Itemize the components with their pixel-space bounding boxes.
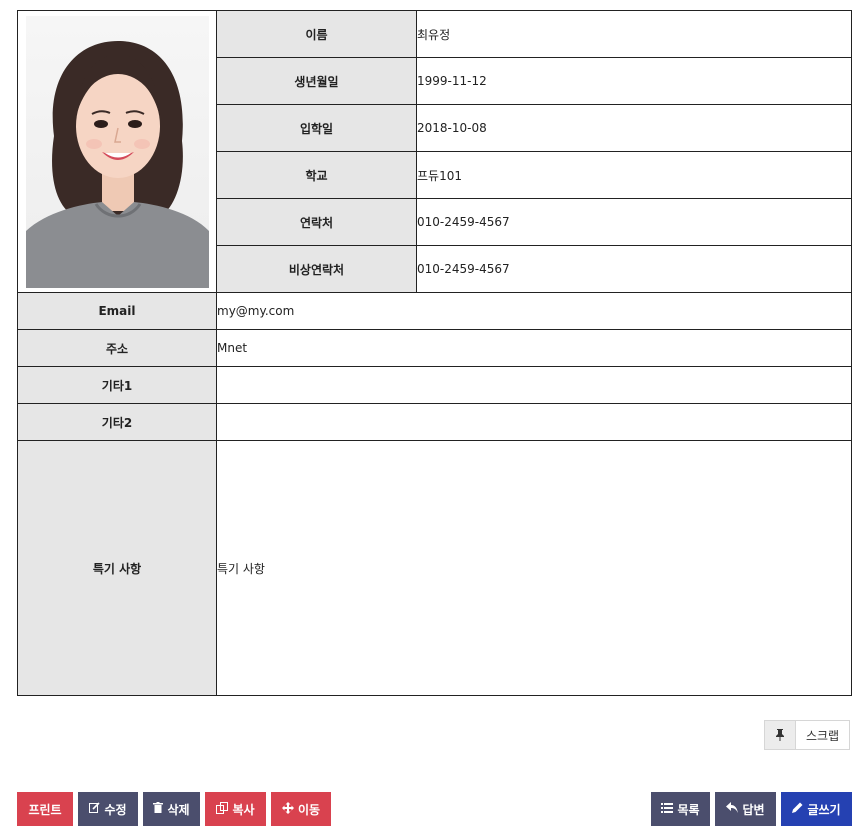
trash-icon: [153, 802, 164, 816]
print-label: 프린트: [28, 802, 62, 817]
profile-photo: [25, 15, 209, 288]
list-button[interactable]: 목록: [651, 792, 710, 826]
address-label: 주소: [17, 329, 217, 367]
profile-table: 이름 최유정 생년월일 1999-11-12 입학일 2018-10-08 학교…: [17, 10, 852, 696]
emergency-contact-label: 비상연락처: [216, 245, 417, 293]
pencil-icon: [792, 802, 803, 816]
admission-value: 2018-10-08: [416, 104, 852, 152]
list-icon: [661, 802, 674, 816]
copy-icon: [216, 801, 229, 817]
contact-label: 연락처: [216, 198, 417, 246]
school-value: 프듀101: [416, 151, 852, 199]
memo-value: 특기 사항: [216, 440, 852, 696]
name-label: 이름: [216, 10, 417, 58]
write-button[interactable]: 글쓰기: [781, 792, 852, 826]
reply-label: 답변: [742, 802, 765, 817]
edit-icon: [89, 802, 101, 816]
move-icon: [281, 801, 294, 817]
print-button[interactable]: 프린트: [17, 792, 73, 826]
reply-button[interactable]: 답변: [715, 792, 776, 826]
email-value: my@my.com: [216, 292, 852, 330]
list-label: 목록: [677, 802, 700, 817]
memo-label: 특기 사항: [17, 440, 217, 696]
emergency-contact-value: 010-2459-4567: [416, 245, 852, 293]
contact-value: 010-2459-4567: [416, 198, 852, 246]
name-value: 최유정: [416, 10, 852, 58]
admission-label: 입학일: [216, 104, 417, 152]
scrap-button[interactable]: 스크랩: [764, 720, 850, 750]
delete-label: 삭제: [167, 802, 190, 817]
pin-icon: [765, 721, 796, 749]
copy-label: 복사: [232, 802, 255, 817]
photo-cell: [17, 10, 217, 293]
etc1-value: [216, 366, 852, 404]
etc2-value: [216, 403, 852, 441]
copy-button[interactable]: 복사: [205, 792, 266, 826]
edit-label: 수정: [104, 802, 127, 817]
scrap-label: 스크랩: [805, 728, 840, 743]
birth-value: 1999-11-12: [416, 57, 852, 105]
etc1-label: 기타1: [17, 366, 217, 404]
etc2-label: 기타2: [17, 403, 217, 441]
address-value: Mnet: [216, 329, 852, 367]
edit-button[interactable]: 수정: [78, 792, 138, 826]
reply-icon: [726, 802, 739, 816]
birth-label: 생년월일: [216, 57, 417, 105]
delete-button[interactable]: 삭제: [143, 792, 200, 826]
move-button[interactable]: 이동: [271, 792, 331, 826]
move-label: 이동: [297, 802, 321, 817]
email-label: Email: [17, 292, 217, 330]
write-label: 글쓰기: [807, 802, 841, 817]
school-label: 학교: [216, 151, 417, 199]
